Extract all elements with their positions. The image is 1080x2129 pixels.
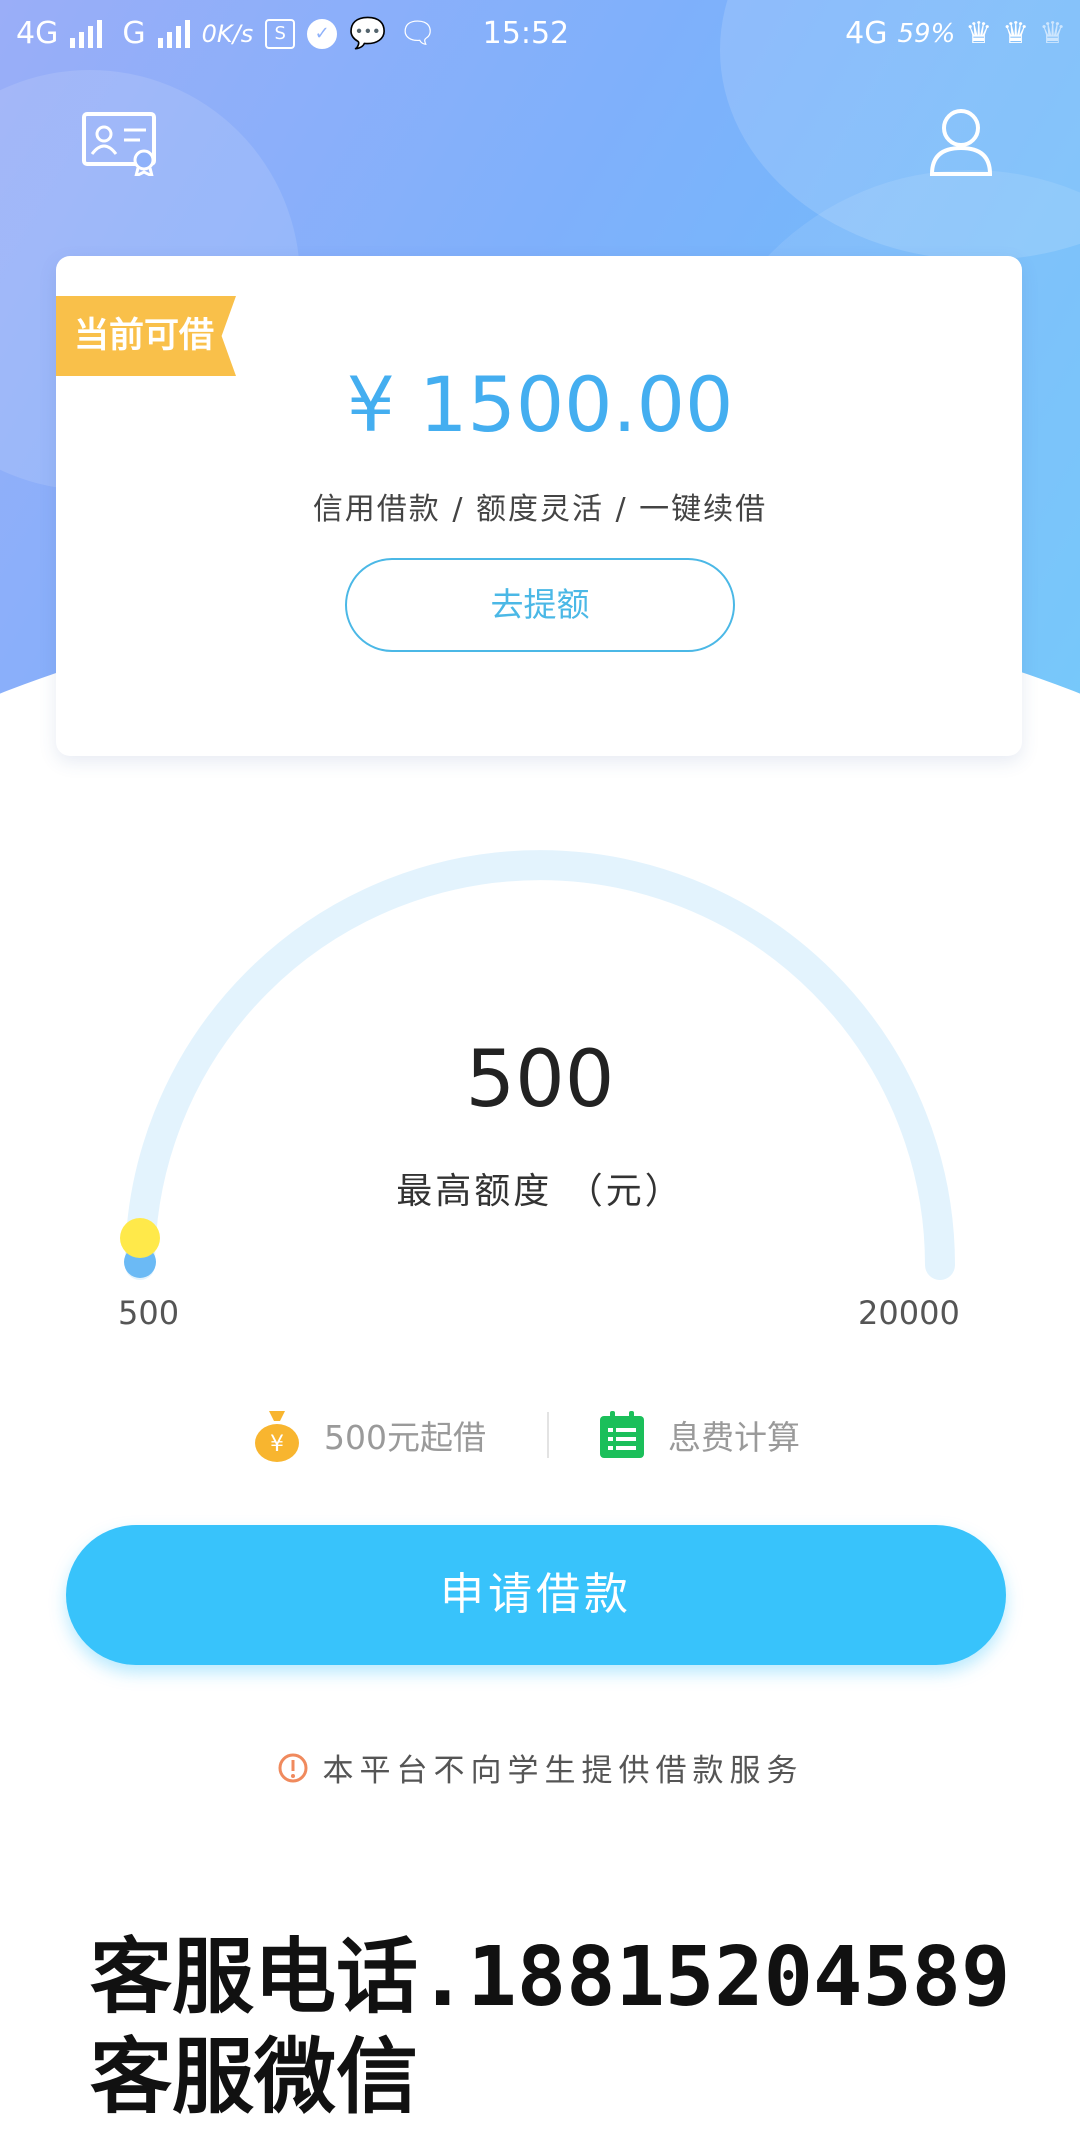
check-circle-icon: ✓ — [307, 18, 338, 49]
gauge-label: 最高额度 （元） — [396, 1171, 684, 1212]
feature-fee-calculator[interactable]: 息费计算 — [598, 1400, 800, 1470]
raise-limit-button[interactable]: 去提额 — [345, 558, 735, 652]
wechat-icon: 💬 — [349, 16, 387, 51]
clock: 15:52 — [482, 16, 570, 51]
battery-percent: 59% — [897, 18, 956, 49]
available-amount: ¥ 1500.00 — [346, 360, 734, 449]
card-tagline: 信用借款 / 额度灵活 / 一键续借 — [312, 492, 768, 527]
status-left: 4G G 0K/s S ✓ 💬 🗨 15:52 — [16, 16, 569, 51]
signal-icon — [157, 19, 190, 48]
svg-text:¥: ¥ — [270, 1432, 284, 1457]
message-icon: 🗨 — [398, 16, 437, 51]
gauge-value: 500 — [465, 1035, 615, 1125]
crown-icon: ♛ — [965, 16, 993, 51]
user-profile-icon[interactable] — [928, 106, 994, 178]
feature-min-loan: ¥ 500元起借 — [252, 1400, 486, 1470]
network-speed: 0K/s — [201, 19, 254, 48]
network-type-1: 4G — [16, 16, 59, 51]
license-certificate-icon[interactable] — [82, 112, 160, 176]
student-notice: 本平台不向学生提供借款服务 — [0, 1745, 1080, 1790]
money-bag-icon: ¥ — [255, 1411, 299, 1462]
feature-row: ¥ 500元起借 息费计算 — [0, 1400, 1080, 1470]
gauge-max-label: 20000 — [858, 1294, 960, 1332]
warning-circle-icon — [278, 1753, 307, 1782]
crown-icon: ♛ — [1002, 16, 1030, 51]
calendar-list-icon — [600, 1411, 644, 1458]
gauge-min-label: 500 — [118, 1294, 180, 1332]
customer-service-wechat: 客服微信 — [90, 2030, 419, 2125]
network-type-2: G — [122, 16, 146, 51]
network-type-right: 4G — [845, 16, 888, 51]
crown-icon: ♛ — [1039, 16, 1066, 51]
gauge-knob[interactable] — [120, 1218, 160, 1258]
feature-label: 息费计算 — [668, 1418, 800, 1457]
status-right: 4G 59% ♛ ♛ ♛ — [845, 16, 1066, 51]
notice-text: 本平台不向学生提供借款服务 — [322, 1753, 804, 1789]
feature-label: 500元起借 — [324, 1418, 486, 1457]
signal-icon — [70, 19, 103, 48]
feature-divider — [547, 1412, 549, 1458]
apply-loan-button[interactable]: 申请借款 — [66, 1525, 1006, 1665]
status-bar: 4G G 0K/s S ✓ 💬 🗨 15:52 4G 59% ♛ ♛ ♛ — [0, 0, 1080, 72]
s-app-icon: S — [265, 18, 296, 49]
